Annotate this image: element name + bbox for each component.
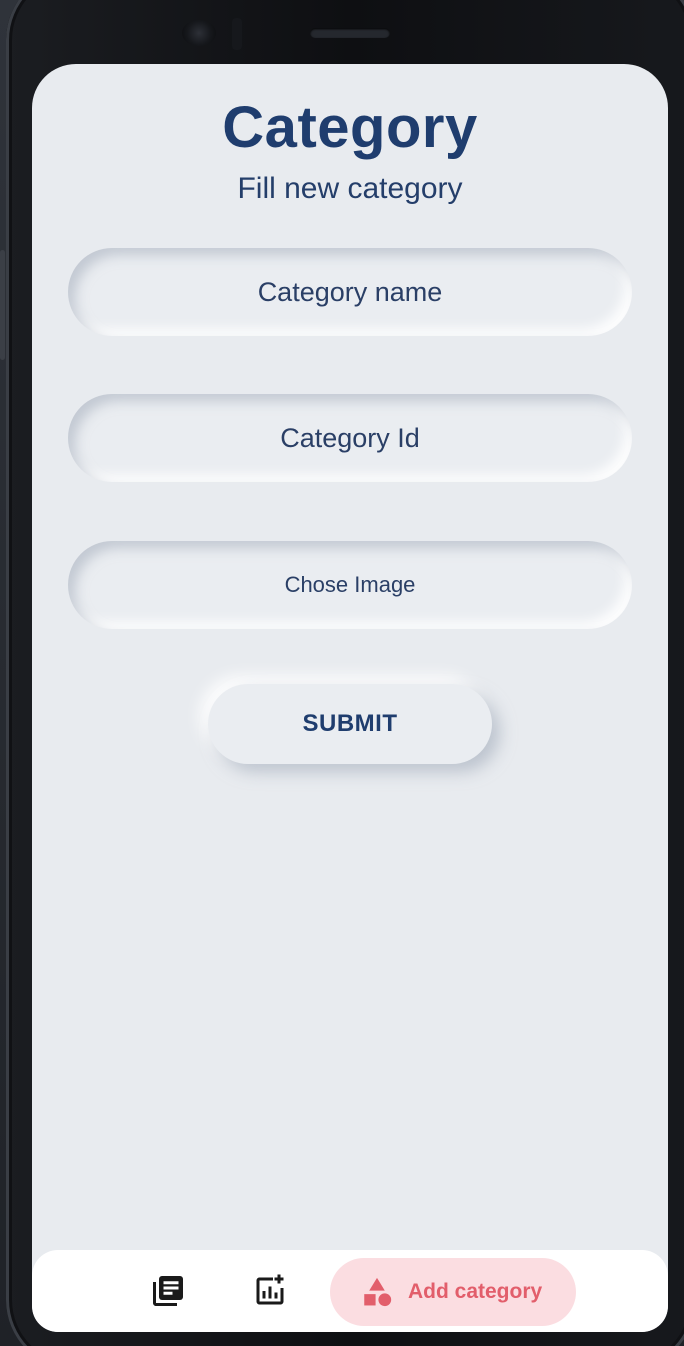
submit-button[interactable]: SUBMIT (208, 684, 492, 764)
category-id-input[interactable]: Category Id (68, 394, 632, 482)
nav-item-library[interactable] (150, 1273, 186, 1309)
category-name-placeholder: Category name (257, 276, 443, 307)
proximity-sensor (232, 18, 242, 50)
nav-item-add-category[interactable]: Add category (330, 1258, 576, 1326)
add-chart-icon (256, 1274, 284, 1305)
category-shapes-icon (364, 1277, 392, 1307)
page-subtitle: Fill new category (237, 172, 463, 205)
submit-label: SUBMIT (302, 710, 398, 737)
side-button (0, 250, 5, 360)
nav-item-add-chart[interactable] (252, 1273, 288, 1309)
app-screen: Category Fill new category Category name… (32, 64, 668, 1332)
page-title: Category (222, 95, 478, 160)
category-name-input[interactable]: Category name (68, 248, 632, 336)
device-frame: Category Fill new category Category name… (0, 0, 684, 1346)
library-books-icon (153, 1276, 183, 1306)
earpiece-speaker (310, 28, 390, 38)
category-id-placeholder: Category Id (280, 422, 420, 453)
bottom-navigation-bar: Add category (32, 1250, 668, 1332)
choose-image-button[interactable]: Chose Image (68, 541, 632, 629)
nav-item-add-category-label: Add category (408, 1280, 543, 1303)
choose-image-label: Chose Image (284, 572, 416, 597)
front-camera (182, 20, 216, 46)
